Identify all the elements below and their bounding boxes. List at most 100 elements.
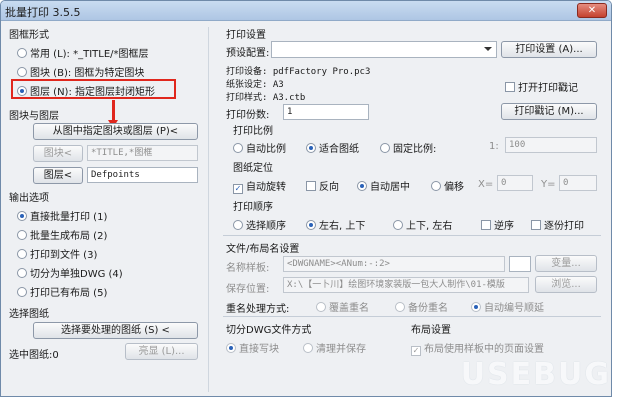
- radio-backup-label: 备份重名: [408, 303, 448, 314]
- order-title: 打印顺序: [233, 202, 273, 213]
- batch-print-window: 批量打印 3.5.5 ✕ 图框形式 常用 (L): *_TITLE/*图框层 图…: [0, 0, 612, 397]
- name-template-field[interactable]: <DWGNAME><ANum:-:2>: [283, 256, 505, 272]
- open-stamp-checkbox[interactable]: 打开打印戳记: [505, 79, 578, 94]
- radio-purge-save[interactable]: 清理并保存: [303, 340, 366, 355]
- radio-write-block[interactable]: 直接写块: [226, 340, 279, 355]
- reverse-order-label: 逆序: [494, 221, 514, 232]
- variable-color-box[interactable]: [509, 256, 531, 272]
- radio-output-split-label: 切分为单独DWG (4): [30, 269, 123, 280]
- radio-output-existing[interactable]: 打印已有布局 (5): [17, 284, 107, 299]
- name-template-label: 名称样板:: [226, 263, 270, 274]
- reverse-order-checkbox[interactable]: 逆序: [481, 217, 514, 232]
- radio-scale-fit-label: 适合图纸: [319, 144, 359, 155]
- radio-backup[interactable]: 备份重名: [395, 299, 448, 314]
- section-divider: [223, 235, 601, 236]
- radio-output-split[interactable]: 切分为单独DWG (4): [17, 265, 123, 280]
- use-template-checkbox[interactable]: ✓ 布局使用样板中的页面设置: [411, 340, 544, 356]
- radio-offset[interactable]: 偏移: [431, 178, 464, 193]
- y-label: Y=: [541, 179, 556, 190]
- radio-icon: [17, 48, 27, 58]
- radio-offset-label: 偏移: [444, 182, 464, 193]
- radio-output-existing-label: 打印已有布局 (5): [30, 288, 108, 299]
- copies-field[interactable]: 1: [283, 104, 369, 120]
- radio-overwrite[interactable]: 覆盖重名: [316, 299, 369, 314]
- print-stamp-button[interactable]: 打印戳记 (M)...: [501, 103, 597, 120]
- page-by-page-checkbox[interactable]: 逐份打印: [531, 217, 584, 232]
- frame-form-title: 图框形式: [9, 30, 49, 41]
- x-field[interactable]: 0: [497, 175, 533, 191]
- print-device: 打印设备: pdfFactory Pro.pc3: [226, 67, 371, 77]
- ratio-prefix: 1:: [489, 141, 499, 152]
- title-bar[interactable]: 批量打印 3.5.5 ✕: [1, 1, 611, 21]
- section-divider: [223, 316, 601, 317]
- radio-auto-center-label: 自动居中: [370, 182, 410, 193]
- select-sheets-button[interactable]: 选择要处理的图纸 (S) <: [33, 322, 198, 339]
- radio-selected-icon: [306, 220, 316, 230]
- radio-icon: [393, 220, 403, 230]
- browse-button[interactable]: 浏览...: [535, 276, 597, 293]
- y-field[interactable]: 0: [559, 175, 597, 191]
- radio-icon: [233, 220, 243, 230]
- radio-frame-common[interactable]: 常用 (L): *_TITLE/*图框层: [17, 45, 149, 60]
- radio-icon: [17, 287, 27, 297]
- radio-output-layout[interactable]: 批量生成布局 (2): [17, 227, 107, 242]
- copies-label: 打印份数:: [226, 110, 270, 121]
- variables-button[interactable]: 变量...: [535, 255, 597, 272]
- radio-auto-number-label: 自动编号顺延: [484, 303, 544, 314]
- blocks-layers-title: 图块与图层: [9, 111, 59, 122]
- radio-frame-block[interactable]: 图块 (B): 图框为特定图块: [17, 64, 144, 79]
- close-button[interactable]: ✕: [577, 3, 607, 18]
- window-title: 批量打印 3.5.5: [5, 6, 81, 19]
- rename-label: 重名处理方式:: [226, 304, 290, 315]
- radio-order-ud-label: 上下, 左右: [406, 221, 453, 232]
- radio-icon: [233, 143, 243, 153]
- radio-icon: [395, 302, 405, 312]
- layout-settings-title: 布局设置: [411, 325, 451, 336]
- radio-order-select-label: 选择顺序: [246, 221, 286, 232]
- radio-selected-icon: [471, 302, 481, 312]
- file-layout-title: 文件/布局名设置: [226, 244, 300, 255]
- radio-output-direct[interactable]: 直接批量打印 (1): [17, 208, 107, 223]
- radio-icon: [17, 67, 27, 77]
- radio-order-lr[interactable]: 左右, 上下: [306, 217, 365, 232]
- radio-frame-block-label: 图块 (B): 图框为特定图块: [30, 68, 145, 79]
- radio-scale-fit[interactable]: 适合图纸: [306, 140, 359, 155]
- reverse-checkbox[interactable]: 反向: [306, 178, 339, 193]
- radio-scale-fixed[interactable]: 固定比例:: [380, 140, 436, 155]
- radio-write-block-label: 直接写块: [239, 344, 279, 355]
- checkbox-icon: [481, 220, 491, 230]
- radio-output-file[interactable]: 打印到文件 (3): [17, 246, 97, 261]
- radio-selected-icon: [17, 211, 27, 221]
- block-name-field[interactable]: *TITLE,*图框: [87, 145, 198, 161]
- layer-name-field[interactable]: Defpoints: [87, 167, 198, 183]
- output-options-title: 输出选项: [9, 193, 49, 204]
- block-pick-button[interactable]: 图块<: [33, 145, 83, 162]
- radio-order-select[interactable]: 选择顺序: [233, 217, 286, 232]
- arrow-shaft: [112, 100, 115, 121]
- radio-output-direct-label: 直接批量打印 (1): [30, 212, 108, 223]
- watermark-logo: USEBUG: [460, 357, 611, 392]
- radio-order-ud[interactable]: 上下, 左右: [393, 217, 452, 232]
- radio-scale-auto[interactable]: 自动比例: [233, 140, 286, 155]
- highlight-box: [11, 79, 176, 99]
- auto-rotate-checkbox[interactable]: ✓ 自动旋转: [233, 178, 286, 194]
- ratio-field[interactable]: 100: [505, 137, 597, 153]
- radio-scale-fixed-label: 固定比例:: [393, 144, 437, 155]
- radio-auto-number[interactable]: 自动编号顺延: [471, 299, 544, 314]
- save-location-field[interactable]: X:\【一卜川】绘图环境家装版一包大人制作\01-模版: [283, 277, 529, 293]
- paper-setting: 纸张设定: A3: [226, 80, 284, 90]
- check-icon: ✓: [233, 184, 243, 194]
- radio-icon: [431, 181, 441, 191]
- radio-auto-center[interactable]: 自动居中: [357, 178, 410, 193]
- layer-pick-button[interactable]: 图层<: [33, 167, 83, 184]
- highlight-button[interactable]: 亮显 (L)...: [125, 343, 198, 360]
- pick-block-layer-button[interactable]: 从图中指定图块或图层 (P)<: [33, 123, 198, 140]
- select-sheets-title: 选择图纸: [9, 309, 49, 320]
- checkbox-icon: [531, 220, 541, 230]
- radio-icon: [17, 268, 27, 278]
- print-settings-button[interactable]: 打印设置 (A)...: [501, 41, 597, 58]
- position-title: 图纸定位: [233, 163, 273, 174]
- preset-select[interactable]: [271, 41, 497, 58]
- radio-selected-icon: [226, 343, 236, 353]
- save-location-label: 保存位置:: [226, 284, 270, 295]
